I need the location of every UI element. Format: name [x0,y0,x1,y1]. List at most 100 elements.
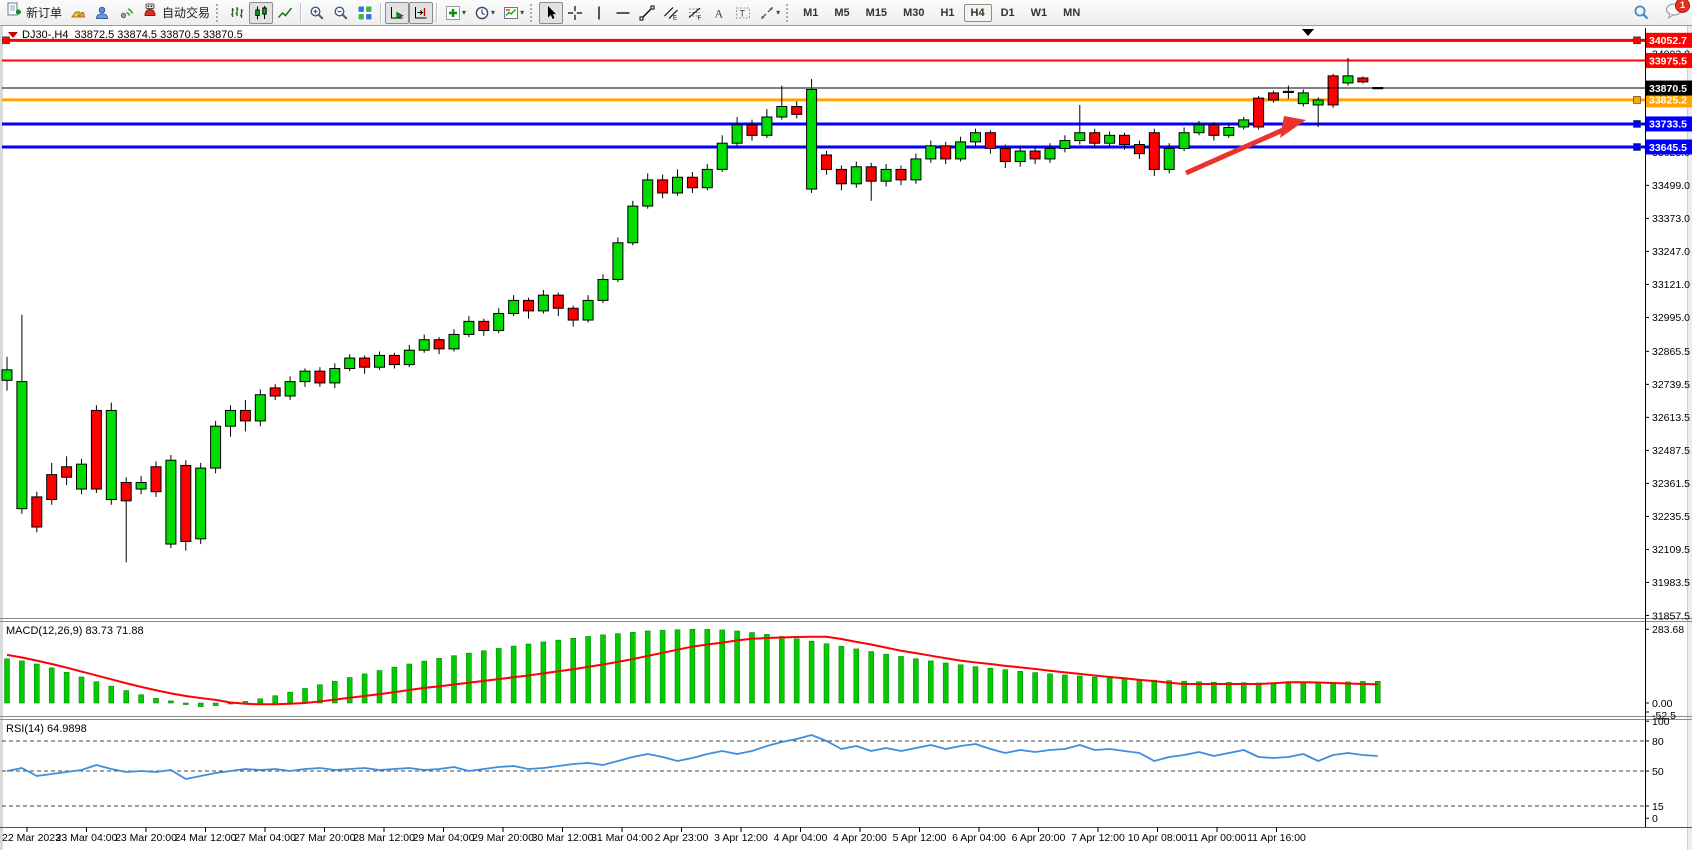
text-label-button[interactable]: T [731,2,755,24]
tab-timeframe-w1[interactable]: W1 [1024,4,1055,22]
svg-text:33825.2: 33825.2 [1649,95,1687,107]
chart-canvas[interactable]: 34002.033875.933750.033625.033499.033373… [0,0,1692,850]
svg-text:6 Apr 04:00: 6 Apr 04:00 [952,832,1006,844]
svg-text:33121.0: 33121.0 [1652,279,1690,291]
chart-symbol-period: DJ30-,H4 [22,29,68,41]
zoom-in-button[interactable] [305,2,329,24]
vertical-line-button[interactable] [587,2,611,24]
auto-scroll-button[interactable] [385,2,409,24]
svg-text:24 Mar 12:00: 24 Mar 12:00 [175,832,237,844]
svg-text:33733.5: 33733.5 [1649,119,1687,131]
chart-shift-icon [413,5,429,21]
new-order-icon [6,2,22,23]
periods-button[interactable]: ▾ [470,2,499,24]
svg-text:32109.5: 32109.5 [1652,544,1690,556]
indicators-button[interactable]: ▾ [441,2,470,24]
svg-text:0: 0 [1652,813,1658,825]
toolbar-right-group: 1 [1629,2,1684,24]
signals-button[interactable] [114,2,138,24]
tab-timeframe-mn[interactable]: MN [1056,4,1087,22]
candlestick-chart-icon [253,5,269,21]
tab-timeframe-m1[interactable]: M1 [796,4,825,22]
bar-chart-icon [229,5,245,21]
crosshair-button[interactable] [563,2,587,24]
new-order-button[interactable]: 新订单 [2,2,66,24]
rsi-panel: 1008050150 [2,716,1670,825]
templates-button[interactable]: ▾ [499,2,528,24]
svg-text:0.00: 0.00 [1652,698,1673,710]
tab-timeframe-m30[interactable]: M30 [896,4,931,22]
svg-text:29 Mar 04:00: 29 Mar 04:00 [413,832,475,844]
tab-timeframe-d1[interactable]: D1 [994,4,1022,22]
chart-shift-button[interactable] [409,2,433,24]
gold-icon [70,5,86,21]
profile-icon [94,5,110,21]
svg-text:6 Apr 20:00: 6 Apr 20:00 [1012,832,1066,844]
svg-text:15: 15 [1652,801,1664,813]
toolbar-grip[interactable] [530,4,535,22]
arrows-button[interactable]: ▾ [755,2,784,24]
search-icon [1633,4,1650,21]
line-chart-button[interactable] [273,2,297,24]
svg-text:30 Mar 12:00: 30 Mar 12:00 [532,832,594,844]
search-button[interactable] [1629,2,1654,24]
toolbar-grip[interactable] [786,4,791,22]
svg-text:27 Mar 20:00: 27 Mar 20:00 [294,832,356,844]
svg-text:32487.5: 32487.5 [1652,445,1690,457]
macd-indicator-label: MACD(12,26,9) 83.73 71.88 [6,625,144,637]
horizontal-line-button[interactable] [611,2,635,24]
price-axis[interactable]: 34002.033875.933750.033625.033499.033373… [1645,48,1690,622]
candles-layer [2,58,1383,562]
svg-text:33373.0: 33373.0 [1652,213,1690,225]
indicator-plus-icon [445,5,461,21]
rsi-indicator-label: RSI(14) 64.9898 [6,723,87,735]
cursor-button[interactable] [539,2,563,24]
chevron-down-icon: ▾ [462,8,466,17]
tab-timeframe-m5[interactable]: M5 [827,4,856,22]
auto-trading-button[interactable]: 自动交易 [138,2,214,24]
signal-icon [118,5,134,21]
tab-timeframe-h4[interactable]: H4 [964,4,992,22]
candlestick-chart-button[interactable] [249,2,273,24]
svg-text:32361.5: 32361.5 [1652,478,1690,490]
svg-text:27 Mar 04:00: 27 Mar 04:00 [234,832,296,844]
bar-chart-button[interactable] [225,2,249,24]
tab-timeframe-h1[interactable]: H1 [933,4,961,22]
trendline-button[interactable] [635,2,659,24]
horizontal-lines-layer[interactable] [2,37,1645,151]
svg-text:E: E [673,15,677,21]
time-axis[interactable]: 22 Mar 202323 Mar 04:0023 Mar 20:0024 Ma… [2,827,1306,844]
equidistant-channel-button[interactable]: E [659,2,683,24]
cursor-icon [543,5,559,21]
tab-timeframe-m15[interactable]: M15 [859,4,894,22]
tile-windows-icon [357,5,373,21]
svg-text:11 Apr 00:00: 11 Apr 00:00 [1188,832,1247,844]
toolbar-grip[interactable] [216,4,221,22]
svg-text:23 Mar 20:00: 23 Mar 20:00 [115,832,177,844]
svg-text:32995.0: 32995.0 [1652,312,1690,324]
svg-text:31 Mar 04:00: 31 Mar 04:00 [591,832,653,844]
svg-text:33247.0: 33247.0 [1652,246,1690,258]
svg-text:2 Apr 23:00: 2 Apr 23:00 [655,832,709,844]
zoom-out-button[interactable] [329,2,353,24]
trendline-icon [639,5,655,21]
market-button[interactable] [90,2,114,24]
clock-icon [474,5,490,21]
toolbar-separator [380,3,382,23]
toolbar-separator [300,3,302,23]
svg-text:28 Mar 12:00: 28 Mar 12:00 [353,832,415,844]
equidistant-channel-icon: E [663,5,679,21]
svg-text:32865.5: 32865.5 [1652,346,1690,358]
svg-text:31983.5: 31983.5 [1652,577,1690,589]
svg-text:7 Apr 12:00: 7 Apr 12:00 [1071,832,1125,844]
svg-text:33645.5: 33645.5 [1649,142,1687,154]
svg-text:5 Apr 12:00: 5 Apr 12:00 [893,832,947,844]
auto-trading-icon [142,2,158,23]
chart-title: DJ30-,H4 33872.5 33874.5 33870.5 33870.5 [8,29,249,41]
styler-button[interactable] [66,2,90,24]
fibonacci-button[interactable]: F [683,2,707,24]
tile-windows-button[interactable] [353,2,377,24]
text-button[interactable]: A [707,2,731,24]
notifications-button[interactable]: 1 [1664,2,1684,24]
chevron-down-icon: ▾ [520,8,524,17]
